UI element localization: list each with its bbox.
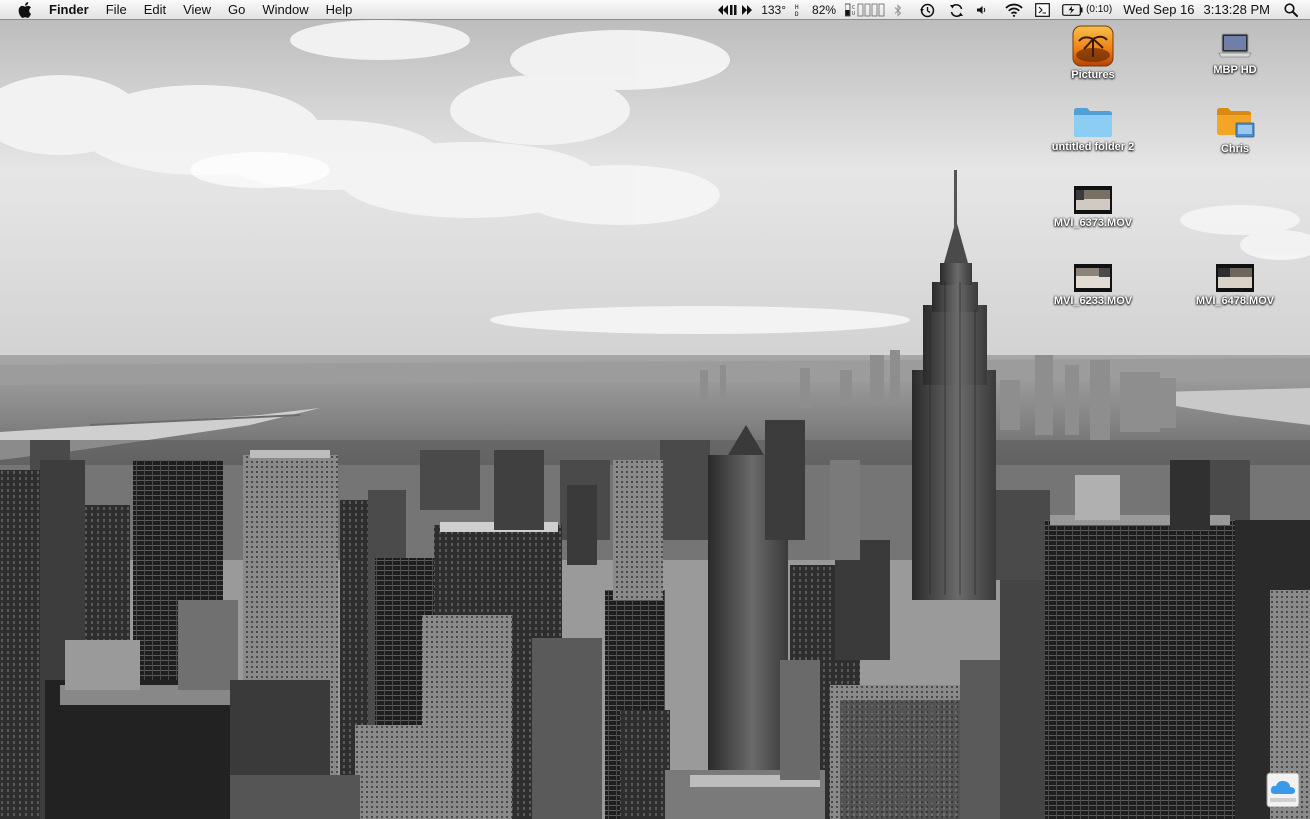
- menu-view[interactable]: View: [183, 0, 211, 20]
- media-controls-icon[interactable]: [718, 5, 753, 15]
- desktop-icon-label: MVI_6233.MOV: [1053, 295, 1133, 307]
- cpu-meter-icon[interactable]: C U: [845, 3, 885, 17]
- clock-readout[interactable]: 3:13:28 PM: [1204, 0, 1271, 20]
- bluetooth-icon[interactable]: [894, 3, 902, 17]
- wifi-icon[interactable]: [1005, 3, 1023, 17]
- desktop-icon-chris[interactable]: Chris: [1180, 105, 1290, 155]
- time-machine-icon[interactable]: [920, 3, 935, 18]
- icloud-drive-icon[interactable]: [1266, 772, 1300, 808]
- laptop-drive-icon: [1218, 33, 1252, 58]
- desktop-icon-mbp-hd[interactable]: MBP HD: [1180, 30, 1290, 76]
- battery-icon[interactable]: [1062, 4, 1083, 16]
- desktop-icon-label: MVI_6373.MOV: [1053, 217, 1133, 229]
- menu-go[interactable]: Go: [228, 0, 245, 20]
- menu-bar-left: Finder File Edit View Go Window Help: [0, 0, 352, 20]
- apple-icon[interactable]: [18, 2, 32, 18]
- movie-thumbnail-icon: [1216, 264, 1254, 292]
- volume-icon[interactable]: [977, 5, 987, 15]
- desktop-icon-label: Chris: [1220, 143, 1250, 155]
- desktop-icon-untitled-folder-2[interactable]: untitled folder 2: [1038, 105, 1148, 153]
- desktop-icon-label: MVI_6478.MOV: [1195, 295, 1275, 307]
- battery-percent[interactable]: 82%: [812, 0, 836, 20]
- movie-thumbnail-icon: [1074, 186, 1112, 214]
- desktop-icon-label: untitled folder 2: [1051, 141, 1135, 153]
- menu-app-finder[interactable]: Finder: [49, 0, 89, 20]
- battery-timer[interactable]: (0:10): [1086, 0, 1112, 20]
- home-folder-icon: [1217, 108, 1255, 138]
- svg-text:H: H: [795, 4, 799, 11]
- desktop-icon-mvi-6478[interactable]: MVI_6478.MOV: [1180, 263, 1290, 307]
- date-readout[interactable]: Wed Sep 16: [1123, 0, 1194, 20]
- desktop-icon-label: MBP HD: [1213, 64, 1257, 76]
- menu-edit[interactable]: Edit: [144, 0, 166, 20]
- folder-icon: [1074, 108, 1112, 137]
- hdd-indicator-icon[interactable]: H D: [795, 3, 803, 17]
- desktop-icon-pictures[interactable]: Pictures: [1038, 25, 1148, 81]
- desktop-icon-mvi-6233[interactable]: MVI_6233.MOV: [1038, 263, 1148, 307]
- menu-window[interactable]: Window: [262, 0, 308, 20]
- keyboard-icon[interactable]: [1035, 3, 1050, 17]
- temperature-readout[interactable]: 133°: [761, 0, 786, 20]
- photo-folder-icon: [1072, 25, 1114, 67]
- movie-thumbnail-icon: [1074, 264, 1112, 292]
- desktop-icon-mvi-6373[interactable]: MVI_6373.MOV: [1038, 185, 1148, 229]
- sync-icon[interactable]: [949, 3, 964, 18]
- menu-help[interactable]: Help: [326, 0, 353, 20]
- spotlight-icon[interactable]: [1284, 3, 1298, 17]
- menu-bar: Finder File Edit View Go Window Help 133…: [0, 0, 1310, 20]
- menu-file[interactable]: File: [106, 0, 127, 20]
- svg-text:D: D: [795, 11, 799, 17]
- svg-text:U: U: [852, 11, 855, 17]
- menu-bar-right: 133° H D 82% C U (0:10) Wed Sep 16 3:13:…: [709, 0, 1310, 20]
- desktop-icon-label: Pictures: [1071, 69, 1115, 81]
